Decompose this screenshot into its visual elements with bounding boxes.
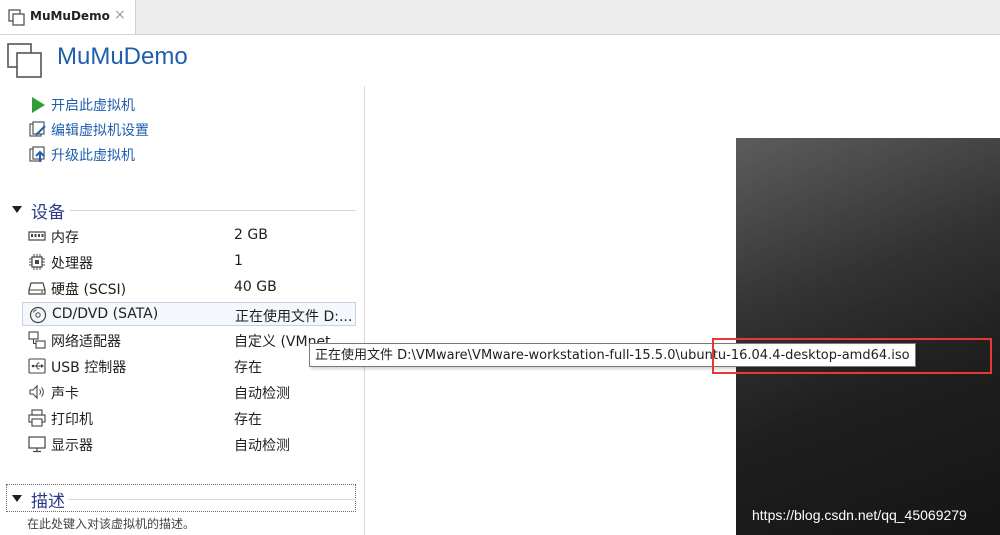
device-value: 1 <box>234 253 243 269</box>
device-name: USB 控制器 <box>51 360 127 376</box>
sound-card-icon <box>29 384 44 400</box>
collapse-arrow-icon[interactable] <box>12 495 22 502</box>
device-value: 自动检测 <box>234 386 290 402</box>
usb-icon <box>28 358 46 374</box>
device-value: 存在 <box>234 412 262 428</box>
action-label: 升级此虚拟机 <box>51 148 135 164</box>
action-label: 编辑虚拟机设置 <box>51 123 149 139</box>
processor-icon <box>29 254 45 270</box>
device-row-cd-dvd[interactable]: CD/DVD (SATA) 正在使用文件 D:... <box>22 302 356 326</box>
section-title: 描述 <box>31 492 65 512</box>
vm-details-panel: 开启此虚拟机 编辑虚拟机设置 升级此虚拟机 设备 内存 2 GB 处理器 1 硬… <box>0 86 365 535</box>
device-row-network-adapter[interactable]: 网络适配器 自定义 (VMnet <box>22 328 356 352</box>
action-label: 开启此虚拟机 <box>51 98 135 114</box>
page-title: MuMuDemo <box>57 43 188 70</box>
close-icon[interactable]: × <box>114 7 126 23</box>
device-name: 打印机 <box>51 412 93 428</box>
devices-section-header[interactable]: 设备 <box>8 198 356 223</box>
memory-icon <box>28 231 46 241</box>
vm-header: MuMuDemo <box>0 35 1000 85</box>
divider <box>68 499 356 500</box>
watermark: https://blog.csdn.net/qq_45069279 <box>752 507 967 523</box>
device-row-sound-card[interactable]: 声卡 自动检测 <box>22 380 356 404</box>
preview-sheen <box>736 138 1000 535</box>
display-icon <box>28 436 46 453</box>
device-name: 内存 <box>51 230 79 246</box>
device-name: 声卡 <box>51 386 79 402</box>
cd-dvd-icon <box>29 306 47 324</box>
device-row-display[interactable]: 显示器 自动检测 <box>22 432 356 456</box>
hard-disk-icon <box>28 282 46 295</box>
tab-label: MuMuDemo <box>30 9 110 23</box>
device-value: 存在 <box>234 360 262 376</box>
device-name: 硬盘 (SCSI) <box>51 282 127 298</box>
vm-icon <box>8 9 25 26</box>
device-name: 显示器 <box>51 438 93 454</box>
device-row-usb[interactable]: USB 控制器 存在 <box>22 354 356 378</box>
device-value: 2 GB <box>234 227 268 243</box>
device-name: 处理器 <box>51 256 93 272</box>
device-name: CD/DVD (SATA) <box>52 306 159 322</box>
divider <box>70 210 356 211</box>
vm-screen-preview[interactable] <box>736 138 1000 535</box>
description-placeholder[interactable]: 在此处键入对该虚拟机的描述。 <box>27 515 195 532</box>
device-value: 正在使用文件 D:... <box>235 309 353 325</box>
edit-settings-icon <box>29 121 46 137</box>
device-row-processor[interactable]: 处理器 1 <box>22 250 356 274</box>
device-row-printer[interactable]: 打印机 存在 <box>22 406 356 430</box>
tab-mumudemo[interactable]: MuMuDemo × <box>0 0 136 34</box>
play-icon <box>32 97 45 113</box>
device-row-hard-disk[interactable]: 硬盘 (SCSI) 40 GB <box>22 276 356 300</box>
device-value: 自动检测 <box>234 438 290 454</box>
upgrade-icon <box>29 146 45 162</box>
network-adapter-icon <box>28 331 46 349</box>
device-value: 40 GB <box>234 279 277 295</box>
vm-icon <box>7 43 42 78</box>
device-name: 网络适配器 <box>51 334 121 350</box>
description-section-header[interactable]: 描述 <box>8 487 356 512</box>
tab-bar: MuMuDemo × <box>0 0 1000 35</box>
printer-icon <box>28 409 46 427</box>
annotation-highlight-box <box>712 338 992 374</box>
device-row-memory[interactable]: 内存 2 GB <box>22 224 356 248</box>
collapse-arrow-icon[interactable] <box>12 206 22 213</box>
section-title: 设备 <box>31 203 65 223</box>
